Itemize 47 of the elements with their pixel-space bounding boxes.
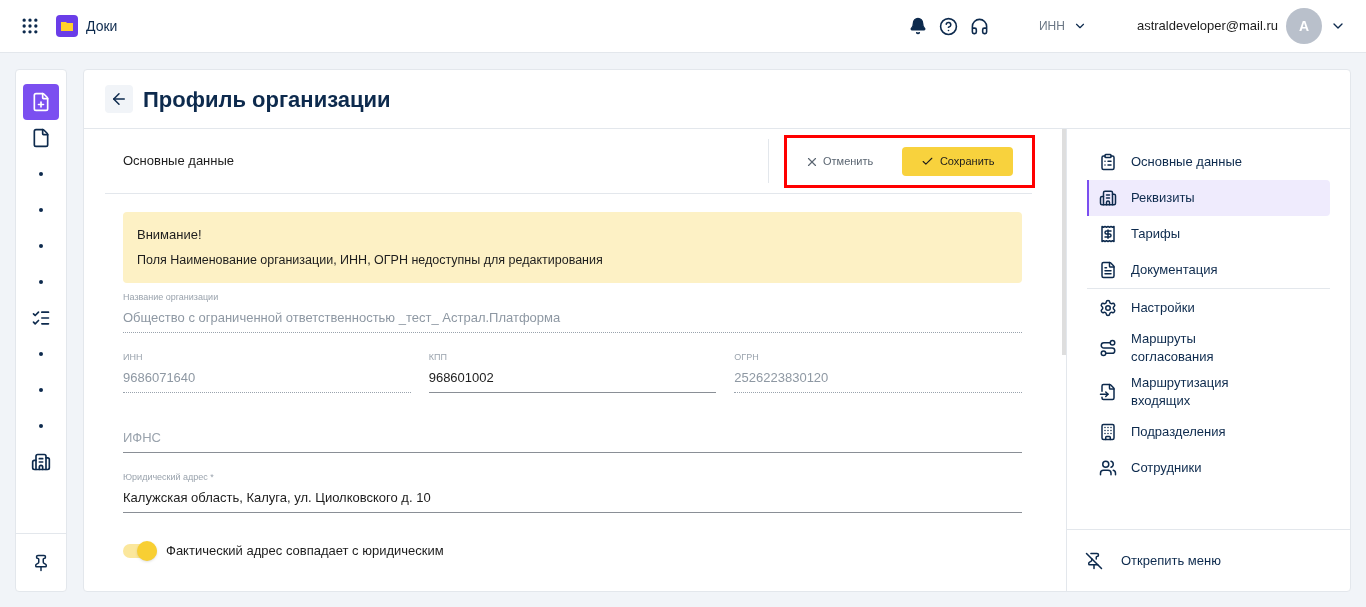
nav-item[interactable]: Сотрудники	[1087, 450, 1330, 486]
nav-item[interactable]: Основные данные	[1087, 144, 1330, 180]
people-icon	[1099, 459, 1117, 477]
nav-item[interactable]: Тарифы	[1087, 216, 1330, 252]
alert-title: Внимание!	[137, 227, 203, 243]
office-building-icon	[1099, 423, 1117, 441]
headset-icon[interactable]	[969, 16, 989, 36]
file-plus-icon	[31, 92, 51, 112]
checklist-icon	[31, 308, 51, 328]
check-icon	[920, 155, 934, 168]
alert-text: Поля Наименование организации, ИНН, ОГРН недоступны для редактирования	[137, 252, 604, 268]
clipboard-icon	[1099, 153, 1117, 171]
receipt-icon	[1099, 225, 1117, 243]
text-field[interactable]: Юридический адрес * Калужская область, Калуга, ул. Циолковского д. 10	[123, 471, 1022, 513]
unpin-icon[interactable]	[1085, 551, 1103, 570]
unpin-menu-link[interactable]: Открепить меню	[1121, 550, 1221, 571]
nav-item[interactable]: Документация	[1087, 252, 1330, 288]
app-logo-icon	[56, 15, 78, 37]
text-field[interactable]: КПП 968601002	[428, 351, 717, 393]
nav-item[interactable]: Подразделения	[1087, 414, 1330, 450]
scrollbar[interactable]	[1062, 129, 1066, 355]
pin-icon[interactable]	[32, 553, 50, 572]
new-document-button[interactable]	[23, 84, 59, 120]
section-tab[interactable]: Основные данные	[123, 151, 235, 171]
cancel-button[interactable]: Отменить	[801, 147, 878, 176]
nav-item[interactable]: Маршрутизация входящих	[1087, 370, 1330, 414]
nav-item[interactable]: Маршруты согласования	[1087, 326, 1330, 370]
inn-dropdown[interactable]: ИНН	[1038, 17, 1087, 35]
nav-item[interactable]: Настройки	[1087, 290, 1330, 326]
toggle-label: Фактический адрес совпадает с юридическим	[166, 542, 444, 560]
help-icon[interactable]	[938, 16, 958, 36]
save-button[interactable]: Сохранить	[902, 147, 1014, 176]
page-title: Профиль организации	[143, 85, 391, 114]
nav-item[interactable]: Реквизиты	[1087, 180, 1330, 216]
file-import-icon	[1099, 383, 1117, 401]
apps-grid-icon[interactable]	[20, 16, 40, 36]
back-button[interactable]	[105, 85, 133, 113]
building-icon	[1099, 189, 1117, 207]
bell-icon[interactable]	[908, 17, 927, 35]
gear-icon	[1099, 299, 1117, 317]
toggle-switch[interactable]	[123, 543, 157, 558]
user-email[interactable]: astraldeveloper@mail.ru	[1136, 16, 1278, 36]
route-icon	[1099, 339, 1117, 357]
building-icon	[31, 452, 51, 472]
document-icon	[31, 128, 51, 148]
app-name: Доки	[86, 16, 118, 36]
document-icon	[1099, 261, 1117, 279]
